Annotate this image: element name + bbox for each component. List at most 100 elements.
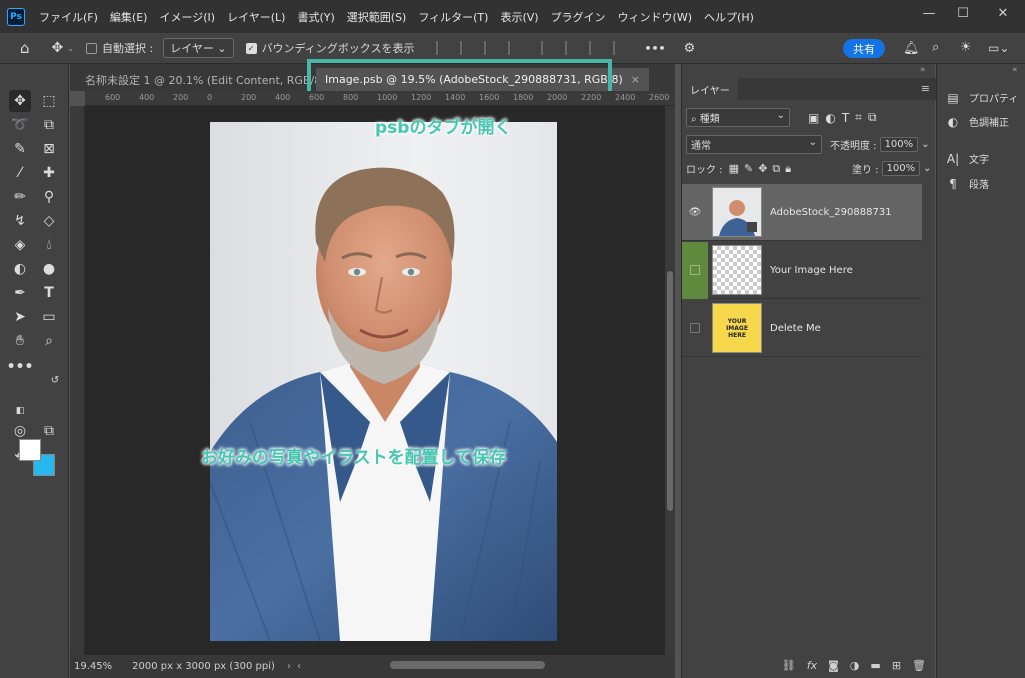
lock-brush-icon[interactable]: ✎ [744, 162, 758, 175]
panel-menu-icon[interactable]: ≡ [921, 82, 930, 95]
auto-select-target-dropdown[interactable]: レイヤー ⌄ [163, 38, 234, 58]
menu-edit[interactable]: 編集(E) [104, 9, 154, 25]
fill-field[interactable]: 100% [881, 161, 921, 176]
lasso-tool-icon[interactable]: ➰ [9, 114, 31, 136]
menu-plugins[interactable]: プラグイン [545, 9, 612, 25]
menu-help[interactable]: ヘルプ(H) [698, 9, 760, 25]
lightbulb-icon[interactable]: ☀ [960, 40, 972, 55]
lock-artboard-icon[interactable]: ⧉ [772, 162, 785, 175]
adjustments-panel-button[interactable]: ◐ 色調補正 [945, 114, 1009, 130]
bell-icon[interactable]: 🔔︎ [903, 41, 920, 56]
crop-select-tool-icon[interactable]: ⧉ [38, 114, 60, 136]
marquee-tool-icon[interactable]: ⬚ [38, 90, 60, 112]
adjustment-icon[interactable]: ◑ [850, 659, 860, 672]
paint-bucket-tool-icon[interactable]: ◈ [9, 234, 31, 256]
default-colors-icon[interactable]: ◧ [9, 400, 31, 422]
menu-image[interactable]: イメージ(I) [153, 9, 221, 25]
lock-all-icon[interactable]: 🔒︎ [785, 162, 796, 175]
type-tool-icon[interactable]: T [38, 282, 60, 304]
distribute-center-icon[interactable] [565, 41, 579, 55]
close-icon[interactable]: × [631, 73, 640, 86]
layer-row[interactable]: Your Image Here [682, 241, 922, 299]
shape-filter-icon[interactable]: ⌗ [855, 110, 868, 125]
pen-tool-icon[interactable]: ✒ [9, 282, 31, 304]
smart-object-filter-icon[interactable]: ⧉ [868, 110, 883, 125]
distribute-bottom-icon[interactable] [613, 41, 627, 55]
path-select-tool-icon[interactable]: ➤ [9, 306, 31, 328]
menu-layer[interactable]: レイヤー(L) [221, 9, 291, 25]
chevron-down-icon[interactable]: ⌄ [921, 139, 929, 150]
paragraph-panel-button[interactable]: ¶ 段落 [945, 176, 989, 192]
align-right-icon[interactable] [484, 41, 498, 55]
chevron-right-icon[interactable]: › [287, 661, 291, 672]
bounding-box-checkbox[interactable]: ✓ [245, 42, 257, 54]
filter-icons[interactable]: ▣ ◐ T ⌗ ⧉ [808, 110, 883, 125]
opacity-field[interactable]: 100% [879, 137, 919, 152]
frame-tool-icon[interactable]: ⊠ [38, 138, 60, 160]
collapse-panel-icon[interactable]: » [920, 65, 926, 75]
align-left-icon[interactable] [436, 41, 450, 55]
type-filter-icon[interactable]: T [842, 111, 855, 125]
more-options-button[interactable]: ••• [644, 42, 665, 55]
hand-tool-icon[interactable]: ✋︎ [9, 330, 31, 352]
eyedropper-tool-icon[interactable]: ⁄ [9, 162, 31, 184]
menu-view[interactable]: 表示(V) [494, 9, 544, 25]
eraser-tool-icon[interactable]: ◇ [38, 210, 60, 232]
minimize-button[interactable]: — [912, 0, 946, 26]
healing-tool-icon[interactable]: ✚ [38, 162, 60, 184]
foreground-color-swatch[interactable] [19, 439, 41, 461]
lock-position-icon[interactable]: ✥ [758, 162, 772, 175]
menu-filter[interactable]: フィルター(T) [412, 9, 494, 25]
expand-panel-icon[interactable]: « [1012, 65, 1018, 75]
properties-panel-button[interactable]: ▤ プロパティ [945, 90, 1018, 106]
chevron-left-icon[interactable]: ‹ [297, 661, 301, 672]
new-layer-icon[interactable]: ⊞ [892, 659, 901, 672]
menu-window[interactable]: ウィンドウ(W) [612, 9, 698, 25]
menu-select[interactable]: 選択範囲(S) [341, 9, 413, 25]
distribute-right-icon[interactable] [589, 41, 603, 55]
character-panel-button[interactable]: A| 文字 [945, 151, 989, 167]
move-tool-icon[interactable]: ✥ [52, 40, 64, 56]
document-canvas[interactable] [85, 106, 665, 655]
blur-tool-icon[interactable]: 💧︎ [38, 234, 60, 256]
filter-kind-dropdown[interactable]: ⌕ 種類 ⌄ [686, 108, 790, 127]
scrollbar-thumb[interactable] [667, 271, 673, 511]
screen-mode-icon[interactable]: ⧉ [38, 420, 60, 442]
chevron-down-icon[interactable]: ⌄ [923, 163, 931, 174]
visibility-toggle[interactable] [682, 241, 708, 299]
horizontal-scroll-thumb[interactable] [390, 661, 545, 669]
rectangle-tool-icon[interactable]: ▭ [38, 306, 60, 328]
stamp-tool-icon[interactable]: ⚲ [38, 186, 60, 208]
link-icon[interactable]: ⛓ [782, 659, 796, 672]
align-top-icon[interactable] [508, 41, 522, 55]
lock-transparent-icon[interactable]: ▦ [729, 162, 744, 175]
zoom-level[interactable]: 19.45% [74, 661, 112, 672]
gear-icon[interactable]: ⚙ [684, 41, 696, 56]
folder-icon[interactable]: ▬ [870, 659, 880, 672]
close-button[interactable]: ✕ [986, 0, 1020, 26]
menu-file[interactable]: ファイル(F) [33, 9, 104, 25]
menu-type[interactable]: 書式(Y) [291, 9, 340, 25]
quick-select-tool-icon[interactable]: ✎ [9, 138, 31, 160]
chevron-down-icon[interactable]: ⌄ [67, 44, 74, 53]
adjustment-filter-icon[interactable]: ◐ [825, 111, 841, 125]
fx-icon[interactable]: fx [807, 659, 817, 672]
mask-icon[interactable]: ◙ [828, 659, 839, 672]
distribute-icon[interactable] [541, 41, 555, 55]
vertical-scrollbar[interactable] [665, 106, 675, 655]
visibility-toggle[interactable] [682, 300, 708, 357]
brush-tool-icon[interactable]: ✏ [9, 186, 31, 208]
trash-icon[interactable]: 🗑︎ [912, 659, 926, 672]
burn-tool-icon[interactable]: ● [38, 258, 60, 280]
swap-colors-icon[interactable]: ↺ [44, 369, 66, 391]
tab-untitled-document[interactable]: 名称未設定 1 @ 20.1% (Edit Content, RGB/8) * [76, 68, 343, 91]
tab-layers[interactable]: レイヤー [682, 78, 738, 100]
layer-row[interactable]: 👁︎ AdobeStock_290888731 [682, 184, 922, 241]
auto-select-checkbox[interactable] [85, 42, 97, 54]
home-icon[interactable]: ⌂ [20, 39, 30, 57]
blend-mode-dropdown[interactable]: 通常 ⌄ [686, 135, 822, 154]
zoom-tool-icon[interactable]: ⌕ [38, 330, 60, 352]
move-tool-icon[interactable]: ✥ [9, 90, 31, 112]
maximize-button[interactable]: ☐ [946, 0, 980, 26]
layer-row[interactable]: YOUR IMAGE HERE Delete Me [682, 300, 922, 357]
